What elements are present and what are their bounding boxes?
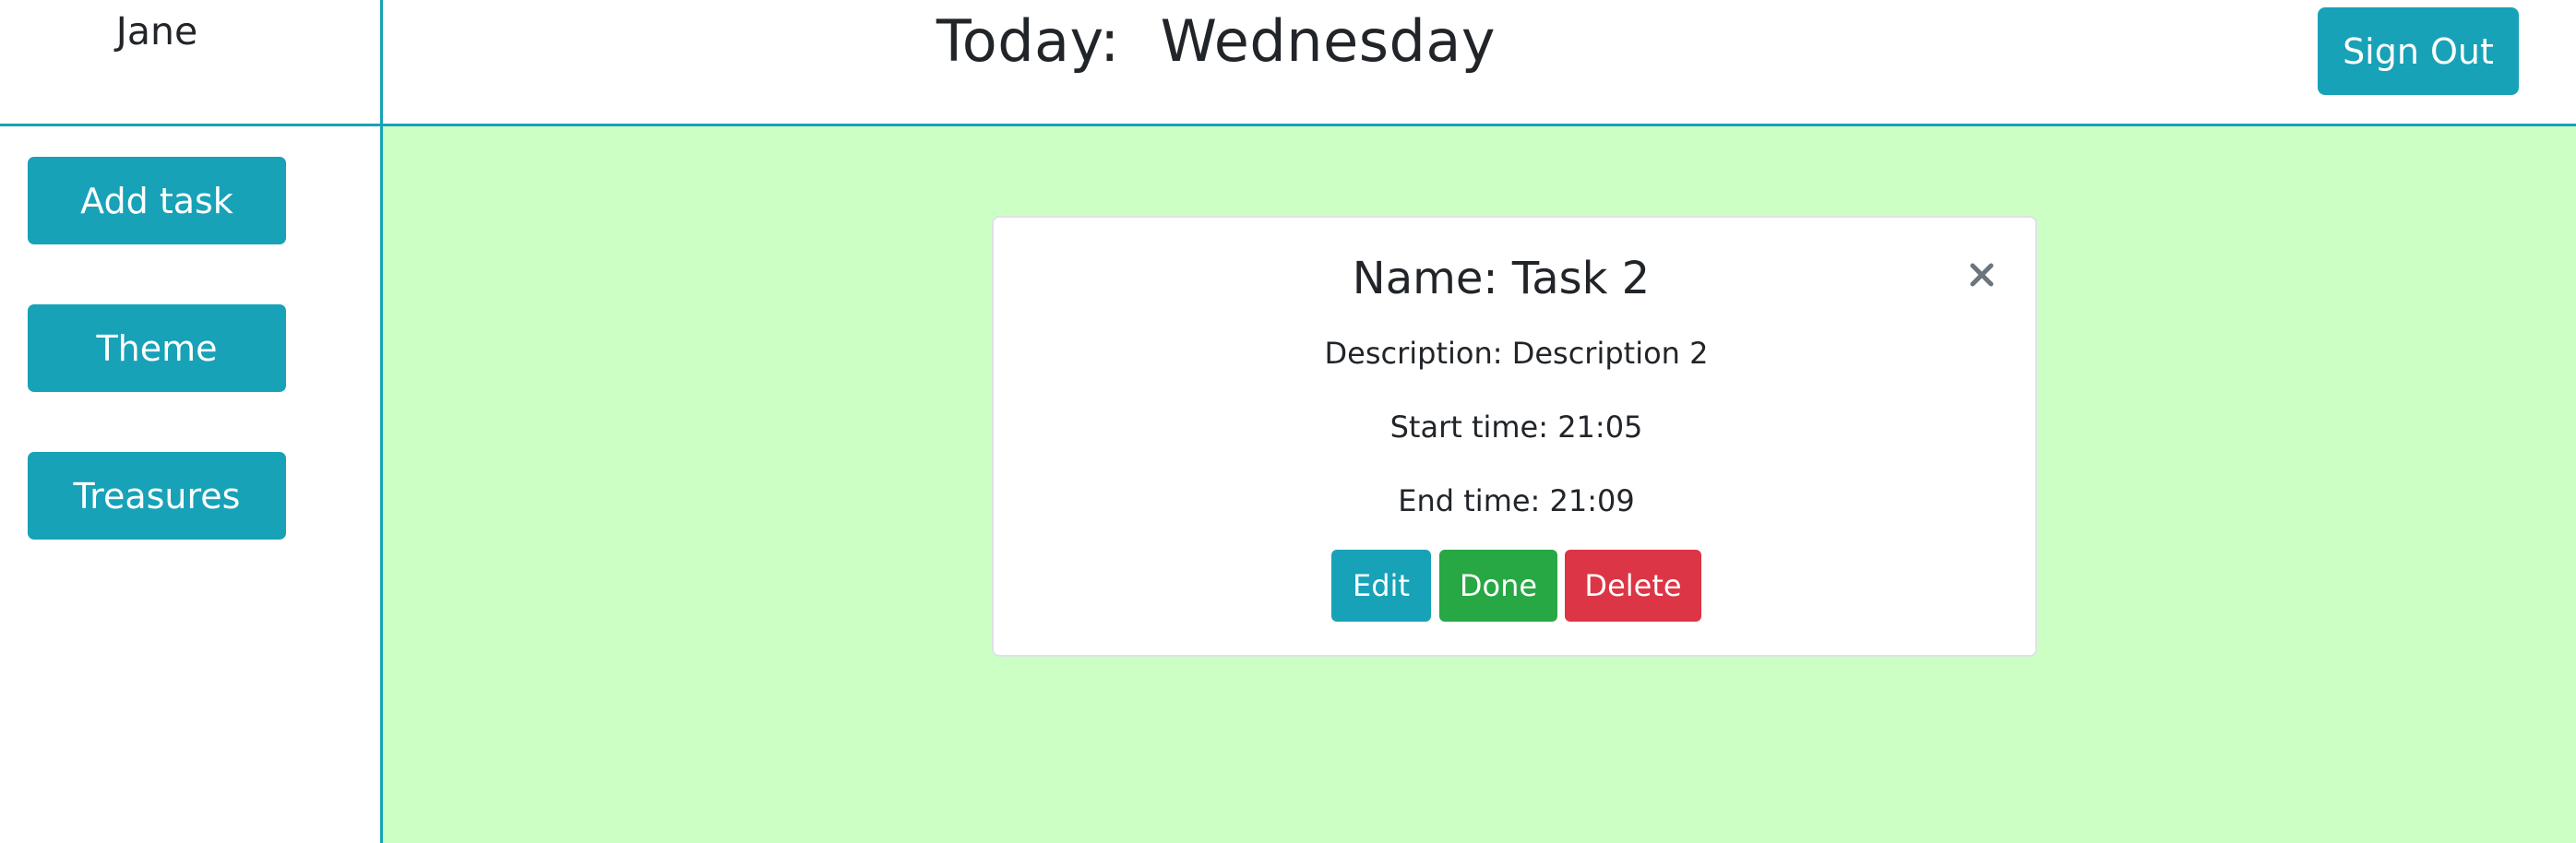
task-end-time: End time: 21:09: [1398, 483, 1635, 518]
top-header: Jane Today: Wednesday Sign Out: [0, 0, 2576, 126]
theme-button[interactable]: Theme: [28, 304, 286, 392]
user-name: Jane: [115, 9, 198, 53]
app-root: Jane Today: Wednesday Sign Out Add task T…: [0, 0, 2576, 843]
day-name: Wednesday: [1160, 7, 1497, 75]
close-button[interactable]: [1965, 258, 1998, 291]
today-label: Today:: [936, 7, 1120, 75]
done-button[interactable]: Done: [1439, 550, 1557, 622]
edit-button[interactable]: Edit: [1331, 550, 1431, 622]
delete-button[interactable]: Delete: [1565, 550, 1701, 622]
sidebar: Add task Theme Treasures: [0, 126, 382, 843]
task-title: Name: Task 2: [1352, 253, 1651, 304]
main-content: Name: Task 2 Description: Description 2 …: [383, 126, 2576, 843]
treasures-button[interactable]: Treasures: [28, 452, 286, 540]
sidebar-divider: [380, 0, 383, 843]
task-description: Description: Description 2: [1324, 336, 1709, 371]
add-task-button[interactable]: Add task: [28, 157, 286, 244]
sign-out-button[interactable]: Sign Out: [2318, 7, 2519, 95]
task-start-time: Start time: 21:05: [1389, 410, 1643, 445]
close-icon: [1970, 263, 1994, 287]
task-actions: Edit Done Delete: [994, 550, 2039, 622]
task-card: Name: Task 2 Description: Description 2 …: [992, 216, 2037, 657]
page-title: Today: Wednesday: [382, 7, 2576, 75]
